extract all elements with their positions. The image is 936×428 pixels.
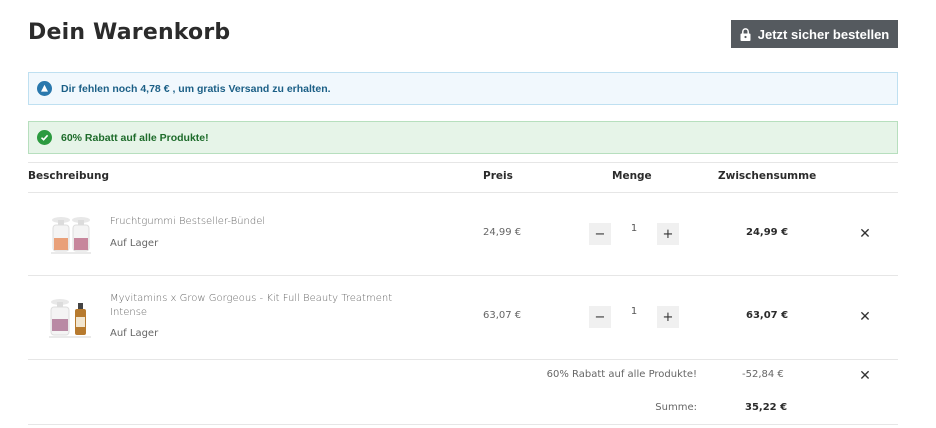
stock-status: Auf Lager	[110, 328, 159, 339]
total-value: 35,22 €	[745, 402, 788, 413]
column-header-quantity: Menge	[612, 170, 652, 182]
decrease-quantity-button[interactable]: −	[589, 306, 611, 328]
unit-price: 24,99 €	[483, 227, 522, 238]
lock-icon	[740, 27, 751, 41]
quantity-value[interactable]: 1	[622, 223, 646, 234]
divider	[28, 192, 898, 193]
check-circle-icon	[37, 130, 52, 145]
column-header-description: Beschreibung	[28, 170, 109, 182]
info-icon	[37, 81, 52, 96]
increase-quantity-button[interactable]: +	[657, 306, 679, 328]
discount-success-text: 60% Rabatt auf alle Produkte!	[61, 131, 209, 144]
column-header-subtotal: Zwischensumme	[718, 170, 817, 182]
decrease-quantity-button[interactable]: −	[589, 223, 611, 245]
product-name[interactable]: Myvitamins x Grow Gorgeous - Kit Full Be…	[110, 292, 410, 320]
product-image	[49, 299, 91, 338]
discount-value: -52,84 €	[742, 369, 784, 380]
discount-success-alert: 60% Rabatt auf alle Produkte!	[28, 121, 898, 154]
unit-price: 63,07 €	[483, 310, 522, 321]
quantity-value[interactable]: 1	[622, 306, 646, 317]
increase-quantity-button[interactable]: +	[657, 223, 679, 245]
column-header-price: Preis	[483, 170, 513, 182]
discount-label: 60% Rabatt auf alle Produkte!	[546, 369, 697, 380]
remove-item-icon[interactable]: ✕	[857, 309, 873, 325]
divider	[28, 275, 898, 276]
line-subtotal: 24,99 €	[746, 227, 789, 238]
line-subtotal: 63,07 €	[746, 310, 789, 321]
stock-status: Auf Lager	[110, 238, 159, 249]
divider	[28, 162, 898, 163]
product-image	[51, 217, 91, 254]
remove-item-icon[interactable]: ✕	[857, 226, 873, 242]
page-title: Dein Warenkorb	[28, 20, 231, 45]
checkout-button-label: Jetzt sicher bestellen	[757, 26, 890, 42]
shipping-info-text: Dir fehlen noch 4,78 € , um gratis Versa…	[61, 82, 331, 95]
product-name[interactable]: Fruchtgummi Bestseller-Bündel	[110, 215, 410, 229]
checkout-button[interactable]: Jetzt sicher bestellen	[731, 20, 898, 48]
shipping-info-alert: Dir fehlen noch 4,78 € , um gratis Versa…	[28, 72, 898, 105]
remove-discount-icon[interactable]: ✕	[857, 368, 873, 384]
total-label: Summe:	[655, 402, 697, 413]
divider	[28, 424, 898, 425]
divider	[28, 359, 898, 360]
